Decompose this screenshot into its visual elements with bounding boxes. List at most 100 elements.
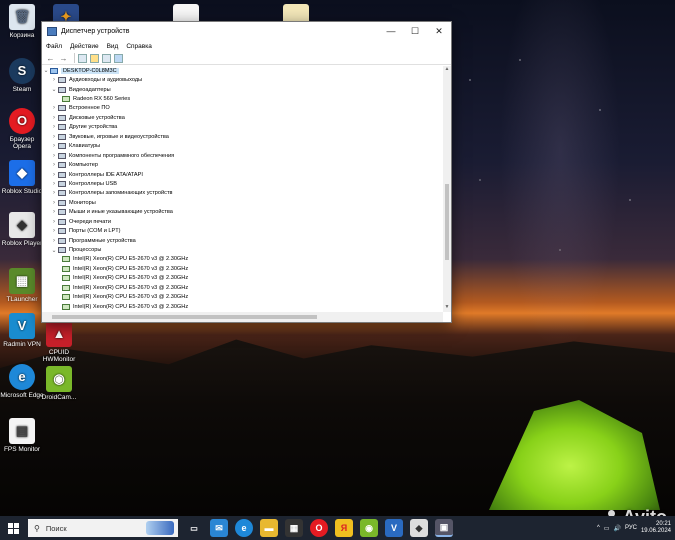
taskbar-radmin-icon[interactable]: V [385,519,403,537]
expand-chevron-icon[interactable]: › [50,77,58,83]
expand-chevron-icon[interactable]: › [50,228,58,234]
update-driver-icon[interactable] [102,53,111,63]
desktop-icon-tlauncher[interactable]: ▦ TLauncher [0,268,44,303]
expand-chevron-icon[interactable]: › [50,209,58,215]
collapse-chevron-icon[interactable]: ⌄ [50,247,58,254]
menu-file[interactable]: Файл [46,43,62,50]
expand-chevron-icon[interactable]: › [50,153,58,159]
menu-view[interactable]: Вид [107,43,119,50]
title-bar[interactable]: Диспетчер устройств — ☐ ✕ [42,22,451,40]
expand-chevron-icon[interactable]: › [50,134,58,140]
tree-root[interactable]: ⌄ DESKTOP-C0L8M3C [42,66,443,75]
expand-chevron-icon[interactable]: › [50,105,58,111]
minimize-button[interactable]: — [379,26,403,36]
tree-device-item[interactable]: Intel(R) Xeon(R) CPU E5-2670 v3 @ 2.30GH… [42,255,443,264]
desktop-icon-fps-monitor[interactable]: ▤ FPS Monitor [0,418,44,453]
expand-chevron-icon[interactable]: › [50,181,58,187]
menu-help[interactable]: Справка [126,43,152,50]
taskbar-yandex-icon[interactable]: Я [335,519,353,537]
tree-category-item[interactable]: › Контроллеры USB [42,179,443,188]
close-button[interactable]: ✕ [427,26,451,37]
tree-category-item[interactable]: › Клавиатуры [42,142,443,151]
taskbar-search[interactable]: ⚲ Поиск [28,519,178,537]
network-icon[interactable]: ▭ [604,525,610,532]
category-icon [58,199,66,206]
back-arrow-icon[interactable]: ← [45,54,56,63]
tree-item-label: Мониторы [69,199,96,206]
collapse-chevron-icon[interactable]: ⌄ [50,86,58,93]
expand-chevron-icon[interactable]: › [50,143,58,149]
taskbar-device-manager-icon[interactable]: ▣ [435,519,453,537]
tree-category-item[interactable]: › Звуковые, игровые и видеоустройства [42,132,443,141]
desktop-icon-opera[interactable]: O Браузер Opera [0,108,44,151]
device-manager-window[interactable]: Диспетчер устройств — ☐ ✕ Файл Действие … [41,21,452,323]
desktop-icon-droidcam[interactable]: ◉ DroidCam... [37,366,81,401]
forward-arrow-icon[interactable]: → [58,54,69,63]
tree-device-item[interactable]: Intel(R) Xeon(R) CPU E5-2670 v3 @ 2.30GH… [42,293,443,302]
taskbar-roblox-icon[interactable]: ◆ [410,519,428,537]
tree-device-item[interactable]: Intel(R) Xeon(R) CPU E5-2670 v3 @ 2.30GH… [42,274,443,283]
taskbar-explorer-icon[interactable]: ▬ [260,519,278,537]
desktop-icon-steam[interactable]: S Steam [0,58,44,93]
taskbar-opera-icon[interactable]: O [310,519,328,537]
tree-device-item[interactable]: Intel(R) Xeon(R) CPU E5-2670 v3 @ 2.30GH… [42,302,443,311]
scroll-up-icon[interactable]: ▲ [443,66,451,74]
monitor-icon[interactable] [114,53,123,63]
tray-chevron-icon[interactable]: ^ [597,525,600,531]
scroll-thumb[interactable] [445,184,449,260]
tree-category-item[interactable]: › Мыши и иные указывающие устройства [42,208,443,217]
tree-category-item[interactable]: › Контроллеры IDE ATA/ATAPI [42,170,443,179]
tree-category-item[interactable]: › Аудиовходы и аудиовыходы [42,75,443,84]
taskbar-edge-icon[interactable]: e [235,519,253,537]
tree-device-item[interactable]: Intel(R) Xeon(R) CPU E5-2670 v3 @ 2.30GH… [42,264,443,273]
desktop-icon-hwmonitor[interactable]: ▲ CPUID HWMonitor [37,321,81,364]
tree-category-item[interactable]: › Компьютер [42,160,443,169]
taskbar-mail-icon[interactable]: ✉ [210,519,228,537]
tree-category-item[interactable]: › Порты (COM и LPT) [42,226,443,235]
horizontal-scroll-thumb[interactable] [52,315,317,319]
desktop-icon-roblox-studio[interactable]: ◆ Roblox Studio [0,160,44,195]
start-button[interactable] [0,516,26,540]
language-indicator[interactable]: РУС [625,525,637,531]
expand-chevron-icon[interactable]: › [50,219,58,225]
tree-category-item[interactable]: › Очереди печати [42,217,443,226]
horizontal-scrollbar[interactable] [42,312,443,322]
tree-category-item[interactable]: › Программные устройства [42,236,443,245]
task-view-icon[interactable]: ▭ [185,519,203,537]
tree-item-label: Intel(R) Xeon(R) CPU E5-2670 v3 @ 2.30GH… [73,294,189,301]
tree-device-item[interactable]: Radeon RX 560 Series [42,94,443,103]
expand-chevron-icon[interactable]: › [50,200,58,206]
tree-category-item[interactable]: › Компоненты программного обеспечения [42,151,443,160]
expand-chevron-icon[interactable]: › [50,162,58,168]
taskbar-store-icon[interactable]: ▦ [285,519,303,537]
help-icon[interactable] [90,53,99,63]
menu-action[interactable]: Действие [70,43,99,50]
tree-category-item[interactable]: › Мониторы [42,198,443,207]
desktop-icon-recycle-bin[interactable]: 🗑 Корзина [0,4,44,39]
scroll-down-icon[interactable]: ▼ [443,304,451,312]
vertical-scrollbar[interactable]: ▲ ▼ [443,66,451,312]
taskbar-droidcam-icon[interactable]: ◉ [360,519,378,537]
tree-device-item[interactable]: Intel(R) Xeon(R) CPU E5-2670 v3 @ 2.30GH… [42,283,443,292]
volume-icon[interactable]: 🔊 [613,525,620,532]
expand-chevron-icon[interactable]: › [50,172,58,178]
tree-category-item[interactable]: › Другие устройства [42,123,443,132]
expand-chevron-icon[interactable]: › [50,238,58,244]
tree-category-item[interactable]: › Контроллеры запоминающих устройств [42,189,443,198]
system-tray: ^ ▭ 🔊 РУС 20:21 19.06.2024 [597,516,671,540]
expand-chevron-icon[interactable]: › [50,115,58,121]
tree-category-item[interactable]: › Встроенное ПО [42,104,443,113]
clock[interactable]: 20:21 19.06.2024 [641,521,671,535]
tree-item-label: Intel(R) Xeon(R) CPU E5-2670 v3 @ 2.30GH… [73,275,189,282]
tree-category-item[interactable]: › Дисковые устройства [42,113,443,122]
expand-chevron-icon[interactable]: › [50,124,58,130]
collapse-chevron-icon[interactable]: ⌄ [42,67,50,74]
expand-chevron-icon[interactable]: › [50,190,58,196]
tree-category-item[interactable]: ⌄ Видеоадаптеры [42,85,443,94]
desktop-icon-roblox-player[interactable]: ◆ Roblox Player [0,212,44,247]
properties-icon[interactable] [78,53,87,63]
device-tree[interactable]: ⌄ DESKTOP-C0L8M3C › Аудиовходы и аудиовых… [42,66,443,312]
category-icon [58,237,66,244]
maximize-button[interactable]: ☐ [403,26,427,37]
tree-category-item[interactable]: ⌄ Процессоры [42,245,443,254]
